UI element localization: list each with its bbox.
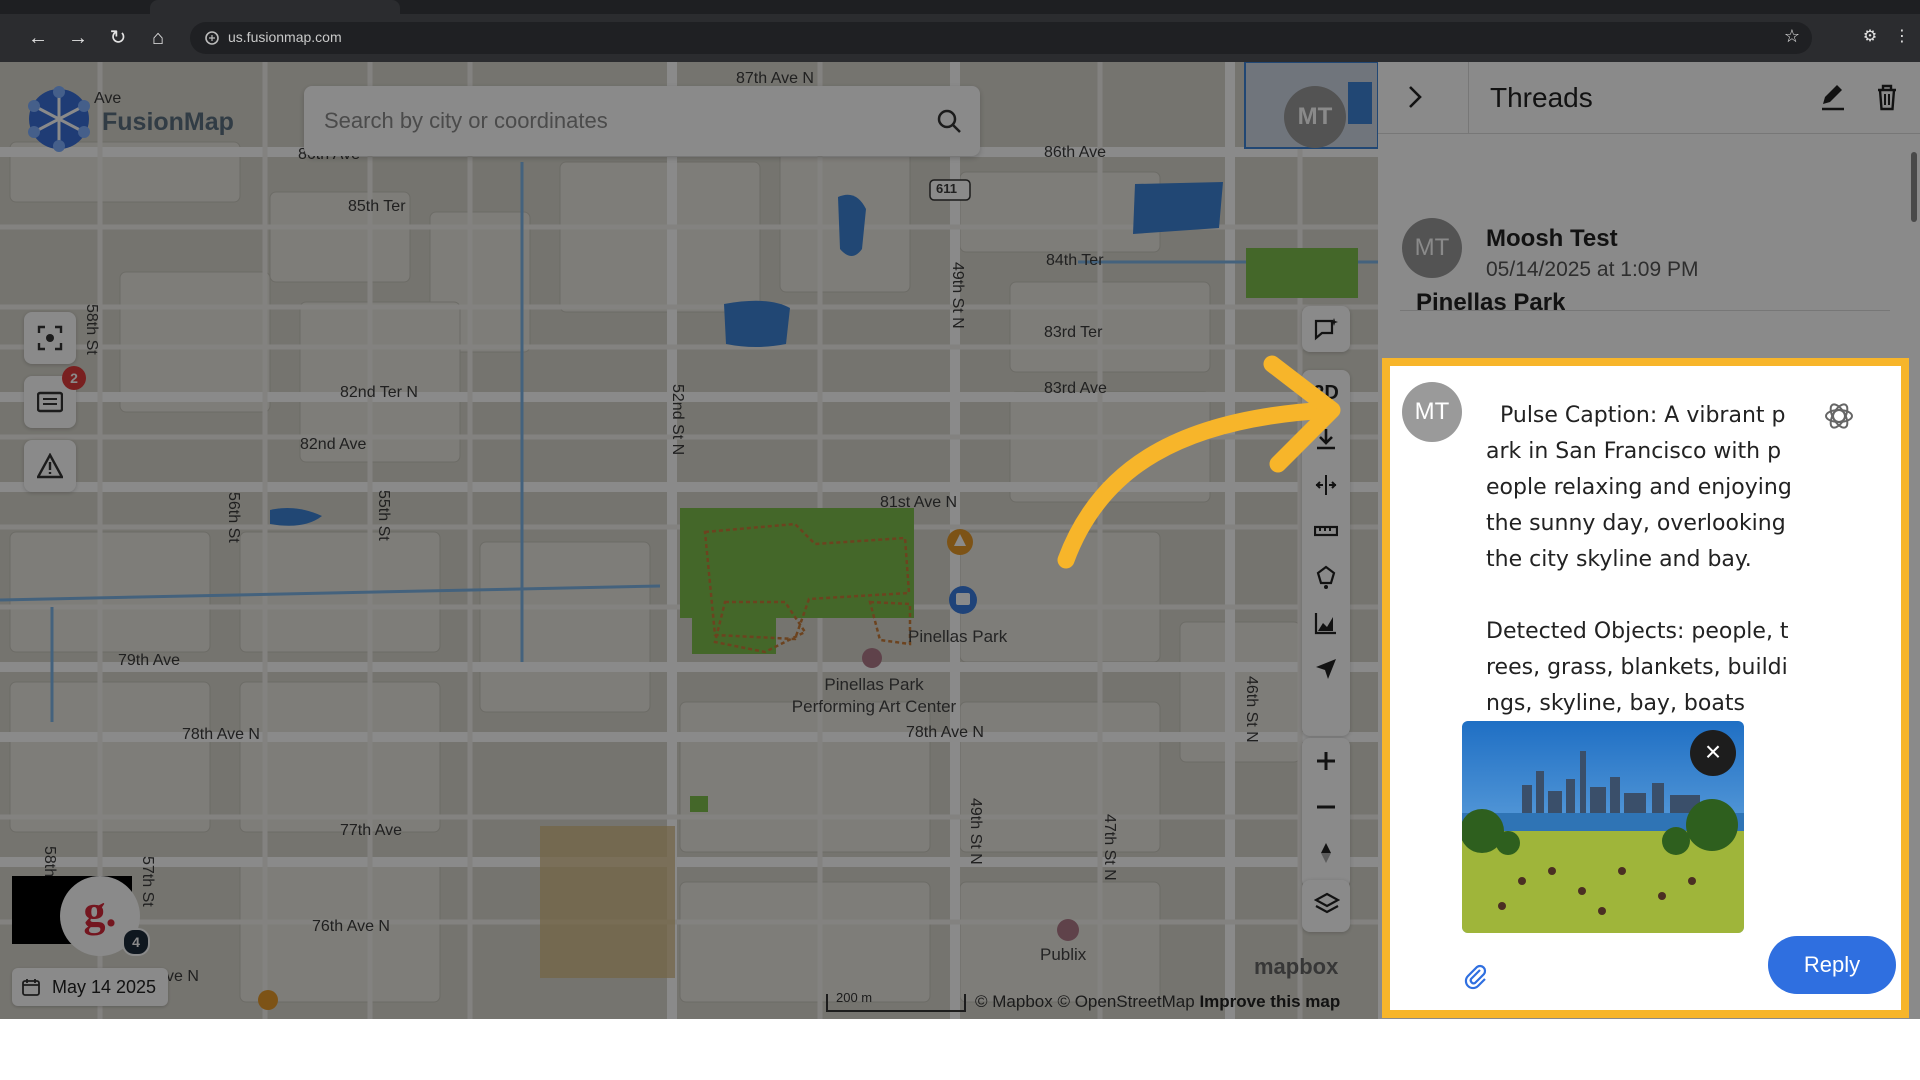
forward-icon[interactable]: →: [64, 24, 92, 52]
message-timestamp: 05/14/2025 at 1:09 PM: [1486, 258, 1699, 281]
author-avatar: MT: [1402, 218, 1462, 278]
browser-toolbar: ← → ↻ ⌂ us.fusionmap.com ☆ ⚙ ⋮: [0, 14, 1920, 62]
chevron-right-icon[interactable]: [1400, 82, 1430, 112]
remove-photo-button[interactable]: ×: [1690, 730, 1736, 776]
trash-icon[interactable]: [1872, 82, 1902, 112]
back-icon[interactable]: ←: [24, 24, 52, 52]
author-name: Moosh Test: [1486, 225, 1618, 252]
threads-title: Threads: [1490, 82, 1593, 113]
reply-button[interactable]: Reply: [1768, 936, 1896, 994]
bookmark-star-icon[interactable]: ☆: [1784, 26, 1800, 47]
address-bar[interactable]: us.fusionmap.com ☆: [190, 22, 1812, 54]
ai-caption-text: Pulse Caption: A vibrant park in San Fra…: [1486, 403, 1792, 716]
url-text: us.fusionmap.com: [228, 29, 342, 45]
paperclip-icon[interactable]: [1460, 962, 1488, 990]
site-info-icon[interactable]: [204, 30, 220, 46]
threads-scrollbar[interactable]: [1908, 134, 1920, 294]
thread-location-title: Pinellas Park: [1416, 289, 1566, 311]
home-icon[interactable]: ⌂: [144, 24, 172, 52]
tutorial-arrow-icon: [1057, 355, 1341, 569]
scrollbar-thumb[interactable]: [1911, 152, 1917, 222]
browser-tab-strip: [0, 0, 1920, 14]
threads-header: Threads: [1378, 62, 1920, 134]
browser-tab[interactable]: [150, 0, 400, 14]
extensions-icon[interactable]: ⚙: [1858, 26, 1882, 50]
browser-menu-icon[interactable]: ⋮: [1890, 26, 1914, 50]
author-avatar: MT: [1402, 382, 1462, 442]
ai-openai-icon: [1825, 403, 1853, 429]
edit-pencil-icon[interactable]: [1818, 82, 1848, 112]
reload-icon[interactable]: ↻: [104, 24, 132, 52]
